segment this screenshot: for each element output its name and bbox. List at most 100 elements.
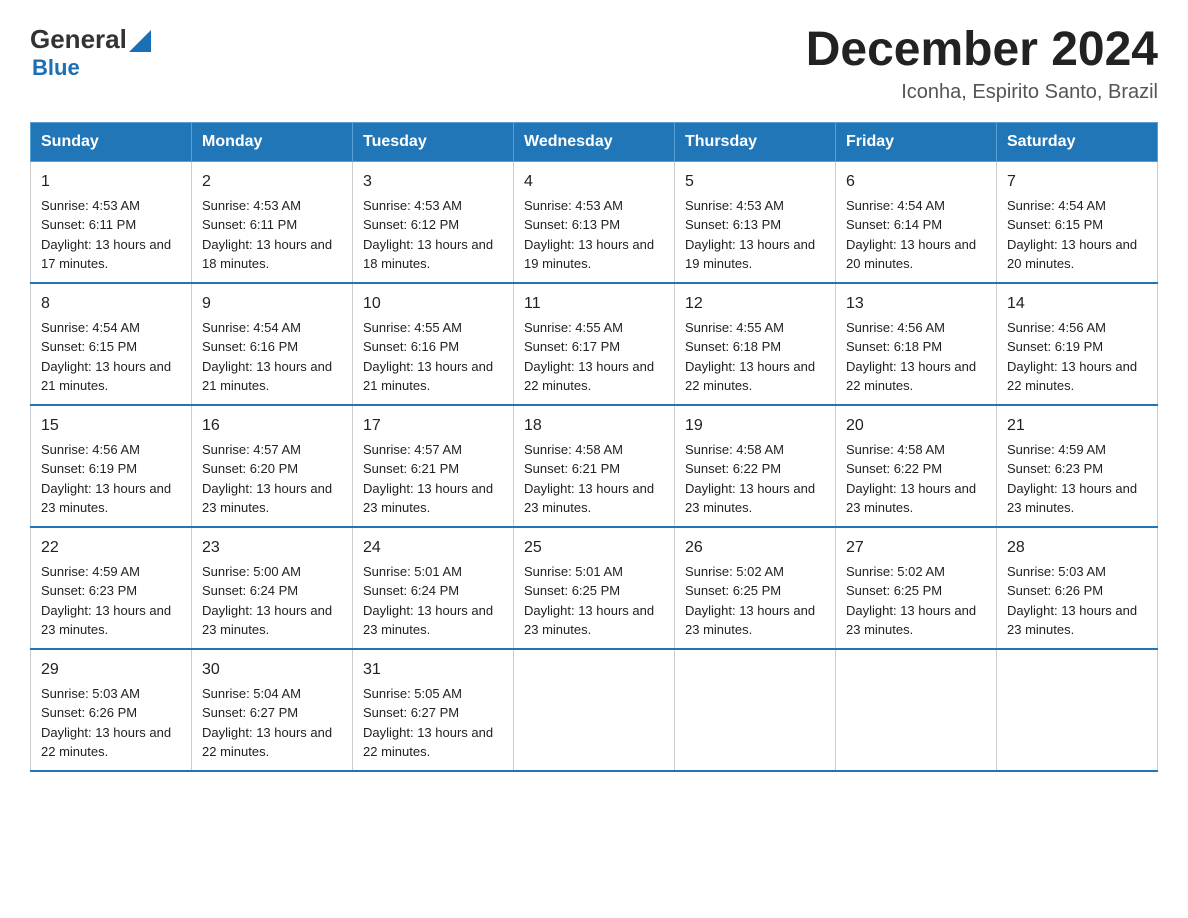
daylight-text: Daylight: 13 hours and 23 minutes. (846, 481, 976, 516)
sunrise-text: Sunrise: 4:58 AM (846, 442, 945, 457)
sunset-text: Sunset: 6:19 PM (41, 461, 137, 476)
sunset-text: Sunset: 6:13 PM (524, 217, 620, 232)
daylight-text: Daylight: 13 hours and 21 minutes. (363, 359, 493, 394)
daylight-text: Daylight: 13 hours and 22 minutes. (685, 359, 815, 394)
daylight-text: Daylight: 13 hours and 23 minutes. (1007, 603, 1137, 638)
sunrise-text: Sunrise: 4:59 AM (1007, 442, 1106, 457)
daylight-text: Daylight: 13 hours and 23 minutes. (685, 481, 815, 516)
sunrise-text: Sunrise: 4:55 AM (363, 320, 462, 335)
cell-content: 17 Sunrise: 4:57 AM Sunset: 6:21 PM Dayl… (363, 414, 503, 518)
logo-blue-text: Blue (32, 55, 80, 81)
daylight-text: Daylight: 13 hours and 23 minutes. (685, 603, 815, 638)
sunset-text: Sunset: 6:11 PM (41, 217, 136, 232)
calendar-cell: 8 Sunrise: 4:54 AM Sunset: 6:15 PM Dayli… (31, 283, 192, 405)
cell-content: 19 Sunrise: 4:58 AM Sunset: 6:22 PM Dayl… (685, 414, 825, 518)
cell-content: 31 Sunrise: 5:05 AM Sunset: 6:27 PM Dayl… (363, 658, 503, 762)
calendar-week-row: 8 Sunrise: 4:54 AM Sunset: 6:15 PM Dayli… (31, 283, 1158, 405)
calendar-cell: 25 Sunrise: 5:01 AM Sunset: 6:25 PM Dayl… (514, 527, 675, 649)
daylight-text: Daylight: 13 hours and 19 minutes. (685, 237, 815, 272)
sunrise-text: Sunrise: 4:53 AM (363, 198, 462, 213)
sunset-text: Sunset: 6:16 PM (202, 339, 298, 354)
calendar-cell (997, 649, 1158, 771)
day-number: 8 (41, 292, 181, 316)
cell-content: 28 Sunrise: 5:03 AM Sunset: 6:26 PM Dayl… (1007, 536, 1147, 640)
sunset-text: Sunset: 6:22 PM (685, 461, 781, 476)
header-sunday: Sunday (31, 122, 192, 161)
cell-content: 2 Sunrise: 4:53 AM Sunset: 6:11 PM Dayli… (202, 170, 342, 274)
calendar-cell: 14 Sunrise: 4:56 AM Sunset: 6:19 PM Dayl… (997, 283, 1158, 405)
day-number: 5 (685, 170, 825, 194)
calendar-table: Sunday Monday Tuesday Wednesday Thursday… (30, 122, 1158, 772)
sunrise-text: Sunrise: 4:56 AM (846, 320, 945, 335)
calendar-cell: 30 Sunrise: 5:04 AM Sunset: 6:27 PM Dayl… (192, 649, 353, 771)
daylight-text: Daylight: 13 hours and 23 minutes. (1007, 481, 1137, 516)
cell-content: 7 Sunrise: 4:54 AM Sunset: 6:15 PM Dayli… (1007, 170, 1147, 274)
cell-content: 11 Sunrise: 4:55 AM Sunset: 6:17 PM Dayl… (524, 292, 664, 396)
calendar-cell: 13 Sunrise: 4:56 AM Sunset: 6:18 PM Dayl… (836, 283, 997, 405)
daylight-text: Daylight: 13 hours and 22 minutes. (202, 725, 332, 760)
sunrise-text: Sunrise: 4:54 AM (846, 198, 945, 213)
sunset-text: Sunset: 6:26 PM (41, 705, 137, 720)
day-number: 28 (1007, 536, 1147, 560)
sunset-text: Sunset: 6:16 PM (363, 339, 459, 354)
cell-content: 14 Sunrise: 4:56 AM Sunset: 6:19 PM Dayl… (1007, 292, 1147, 396)
cell-content: 9 Sunrise: 4:54 AM Sunset: 6:16 PM Dayli… (202, 292, 342, 396)
day-number: 27 (846, 536, 986, 560)
day-number: 2 (202, 170, 342, 194)
calendar-cell: 29 Sunrise: 5:03 AM Sunset: 6:26 PM Dayl… (31, 649, 192, 771)
calendar-cell: 10 Sunrise: 4:55 AM Sunset: 6:16 PM Dayl… (353, 283, 514, 405)
calendar-cell: 19 Sunrise: 4:58 AM Sunset: 6:22 PM Dayl… (675, 405, 836, 527)
day-number: 24 (363, 536, 503, 560)
cell-content: 26 Sunrise: 5:02 AM Sunset: 6:25 PM Dayl… (685, 536, 825, 640)
daylight-text: Daylight: 13 hours and 23 minutes. (524, 603, 654, 638)
day-number: 17 (363, 414, 503, 438)
cell-content: 8 Sunrise: 4:54 AM Sunset: 6:15 PM Dayli… (41, 292, 181, 396)
daylight-text: Daylight: 13 hours and 21 minutes. (41, 359, 171, 394)
calendar-cell: 21 Sunrise: 4:59 AM Sunset: 6:23 PM Dayl… (997, 405, 1158, 527)
sunrise-text: Sunrise: 4:55 AM (524, 320, 623, 335)
location-subtitle: Iconha, Espirito Santo, Brazil (806, 81, 1158, 104)
day-number: 4 (524, 170, 664, 194)
day-number: 7 (1007, 170, 1147, 194)
daylight-text: Daylight: 13 hours and 22 minutes. (363, 725, 493, 760)
day-number: 31 (363, 658, 503, 682)
calendar-cell: 11 Sunrise: 4:55 AM Sunset: 6:17 PM Dayl… (514, 283, 675, 405)
header-friday: Friday (836, 122, 997, 161)
header-thursday: Thursday (675, 122, 836, 161)
sunset-text: Sunset: 6:26 PM (1007, 583, 1103, 598)
daylight-text: Daylight: 13 hours and 17 minutes. (41, 237, 171, 272)
sunrise-text: Sunrise: 4:53 AM (41, 198, 140, 213)
cell-content: 1 Sunrise: 4:53 AM Sunset: 6:11 PM Dayli… (41, 170, 181, 274)
sunset-text: Sunset: 6:24 PM (363, 583, 459, 598)
sunrise-text: Sunrise: 5:05 AM (363, 686, 462, 701)
sunrise-text: Sunrise: 5:00 AM (202, 564, 301, 579)
calendar-cell: 15 Sunrise: 4:56 AM Sunset: 6:19 PM Dayl… (31, 405, 192, 527)
daylight-text: Daylight: 13 hours and 22 minutes. (41, 725, 171, 760)
calendar-cell: 26 Sunrise: 5:02 AM Sunset: 6:25 PM Dayl… (675, 527, 836, 649)
page-header: General Blue December 2024 Iconha, Espir… (30, 24, 1158, 104)
daylight-text: Daylight: 13 hours and 22 minutes. (846, 359, 976, 394)
sunset-text: Sunset: 6:15 PM (41, 339, 137, 354)
day-number: 18 (524, 414, 664, 438)
daylight-text: Daylight: 13 hours and 20 minutes. (1007, 237, 1137, 272)
day-number: 11 (524, 292, 664, 316)
sunset-text: Sunset: 6:23 PM (1007, 461, 1103, 476)
calendar-cell: 24 Sunrise: 5:01 AM Sunset: 6:24 PM Dayl… (353, 527, 514, 649)
cell-content: 22 Sunrise: 4:59 AM Sunset: 6:23 PM Dayl… (41, 536, 181, 640)
sunset-text: Sunset: 6:21 PM (363, 461, 459, 476)
daylight-text: Daylight: 13 hours and 23 minutes. (202, 603, 332, 638)
logo: General Blue (30, 24, 151, 81)
calendar-cell: 20 Sunrise: 4:58 AM Sunset: 6:22 PM Dayl… (836, 405, 997, 527)
sunset-text: Sunset: 6:23 PM (41, 583, 137, 598)
sunrise-text: Sunrise: 4:54 AM (1007, 198, 1106, 213)
sunset-text: Sunset: 6:11 PM (202, 217, 297, 232)
calendar-week-row: 29 Sunrise: 5:03 AM Sunset: 6:26 PM Dayl… (31, 649, 1158, 771)
day-number: 3 (363, 170, 503, 194)
header-wednesday: Wednesday (514, 122, 675, 161)
daylight-text: Daylight: 13 hours and 18 minutes. (363, 237, 493, 272)
calendar-cell: 6 Sunrise: 4:54 AM Sunset: 6:14 PM Dayli… (836, 161, 997, 283)
daylight-text: Daylight: 13 hours and 23 minutes. (363, 603, 493, 638)
sunset-text: Sunset: 6:18 PM (685, 339, 781, 354)
calendar-cell (514, 649, 675, 771)
sunset-text: Sunset: 6:24 PM (202, 583, 298, 598)
